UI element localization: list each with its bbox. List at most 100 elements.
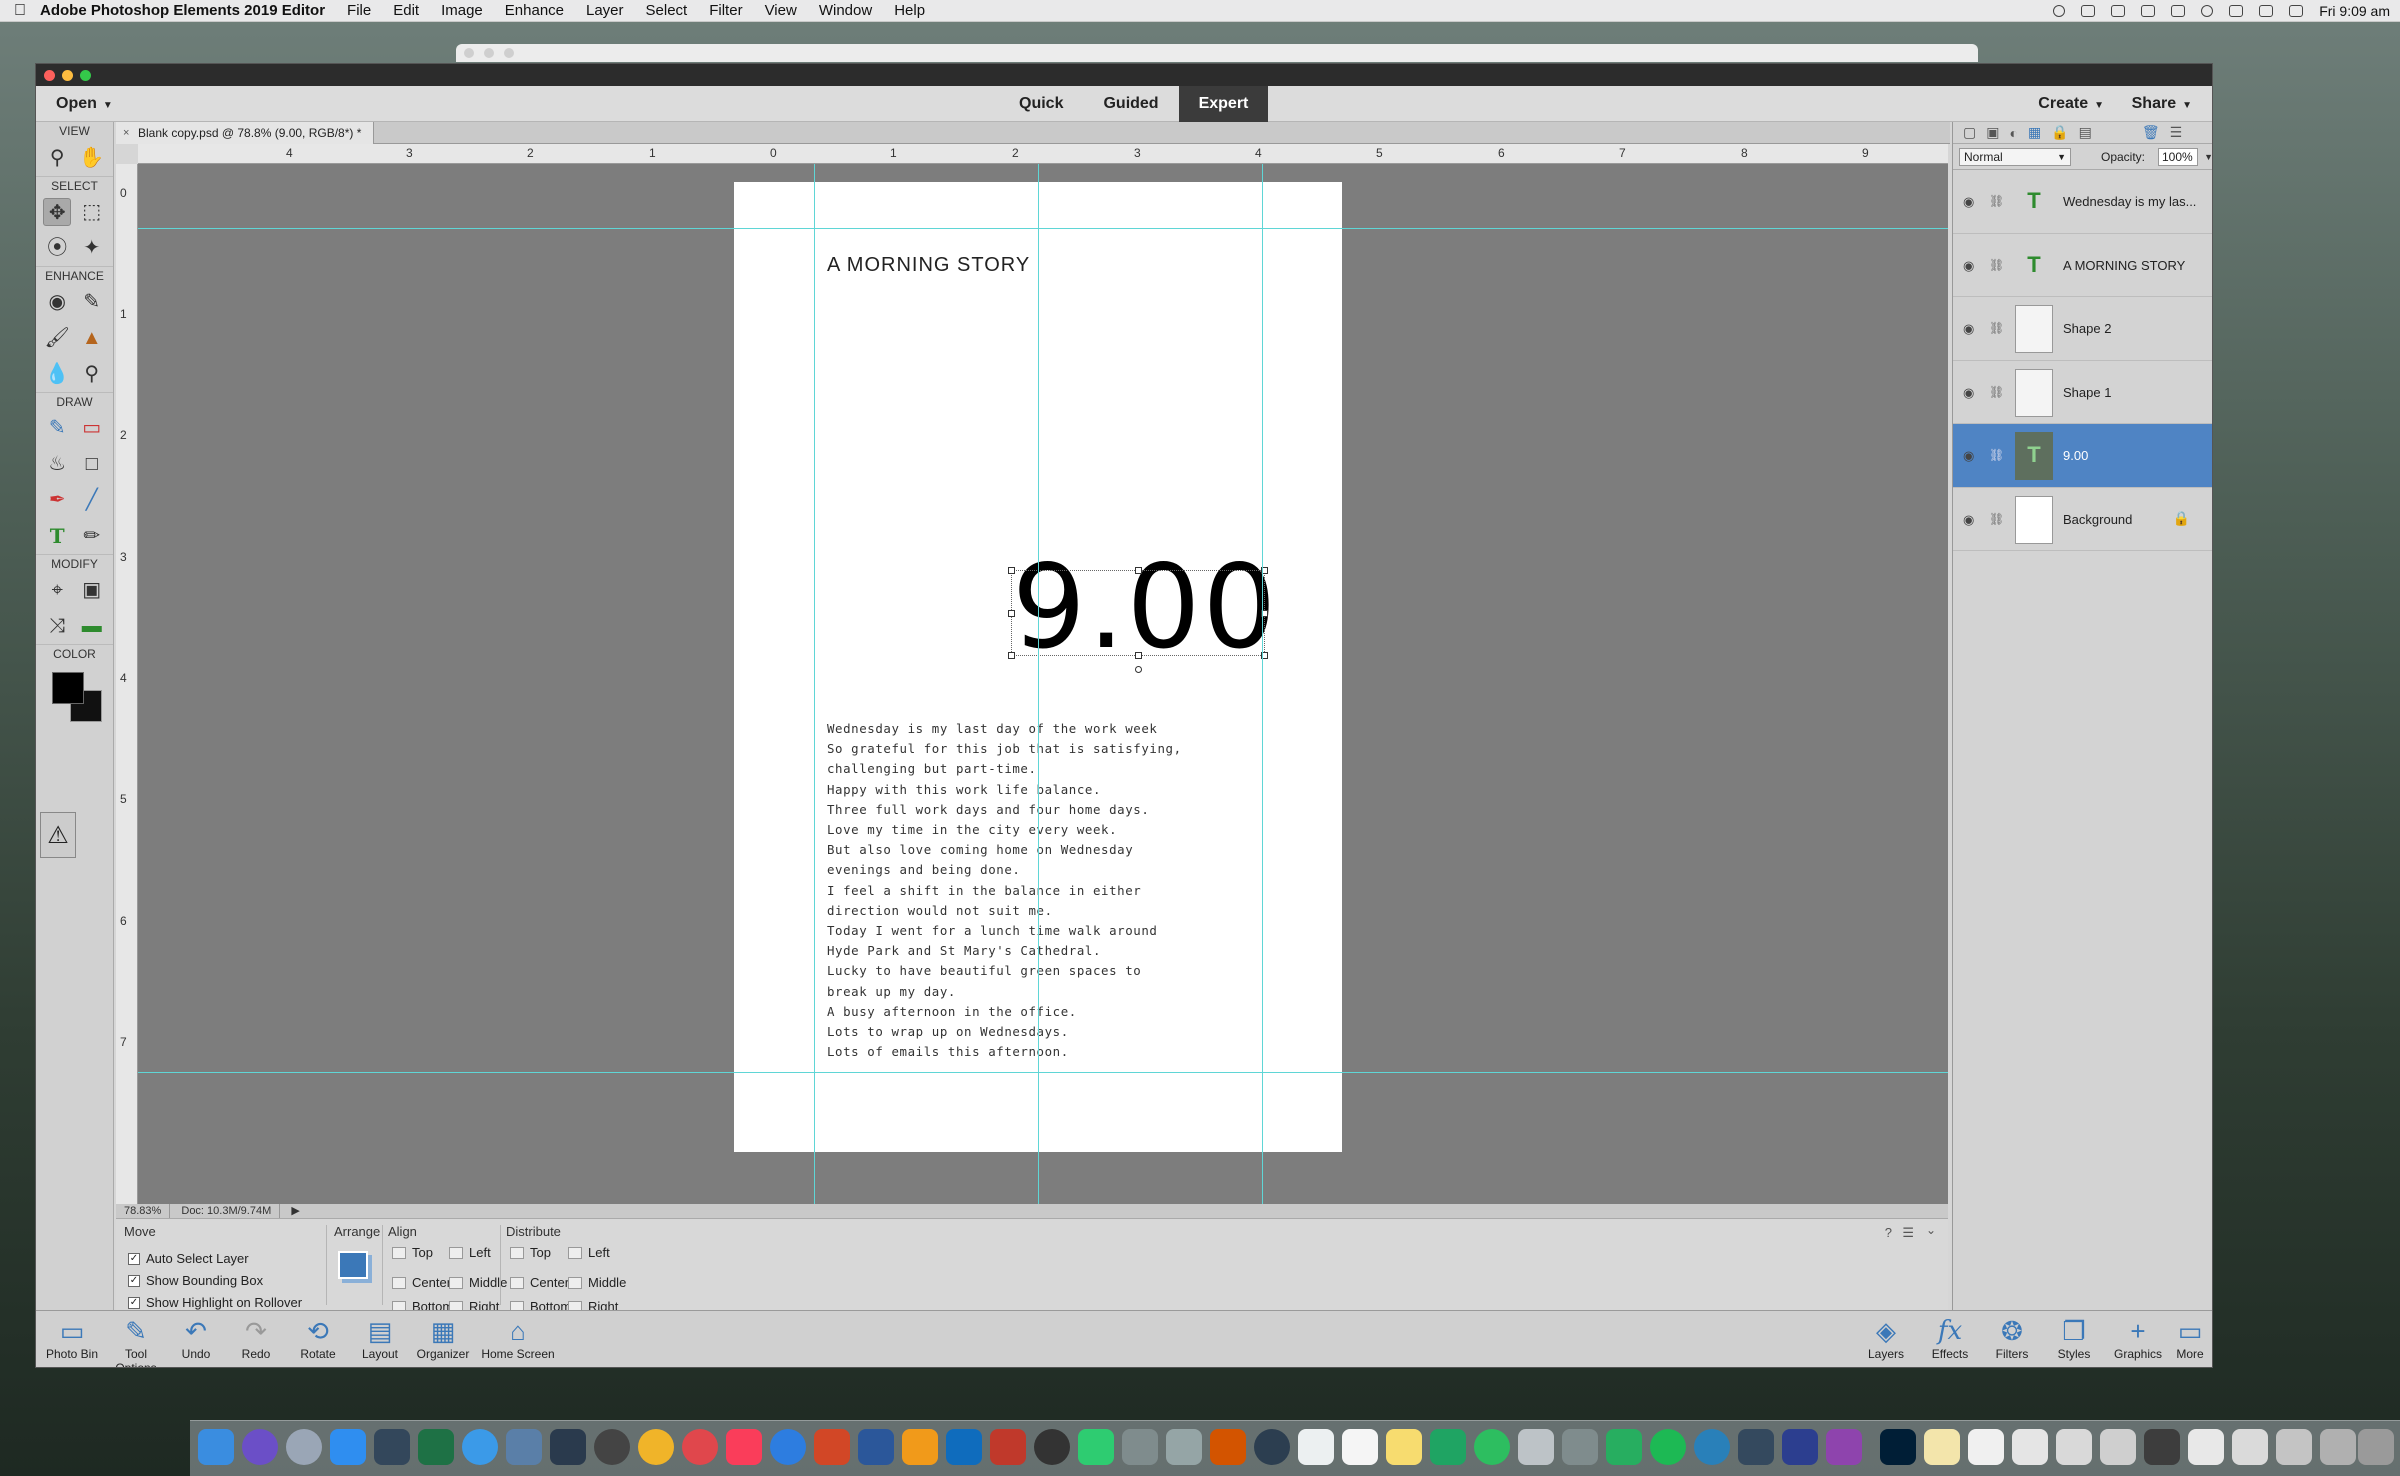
sponge-tool-icon[interactable]: ⚲	[78, 360, 106, 388]
chevron-down-icon[interactable]: ▼	[2204, 149, 2212, 165]
menu-window[interactable]: Window	[819, 2, 872, 19]
new-group-icon[interactable]: ▣	[1986, 124, 1999, 141]
powerpoint-icon[interactable]	[814, 1429, 850, 1465]
document-icon[interactable]	[2144, 1429, 2180, 1465]
healing-brush-icon[interactable]: ✎	[78, 288, 106, 316]
blur-tool-icon[interactable]: 💧	[43, 360, 71, 388]
outlook-icon[interactable]	[946, 1429, 982, 1465]
document-icon[interactable]	[2276, 1429, 2312, 1465]
transform-handle[interactable]	[1008, 610, 1015, 617]
document-icon[interactable]	[2188, 1429, 2224, 1465]
books-icon[interactable]	[902, 1429, 938, 1465]
guide-vertical[interactable]	[1262, 164, 1263, 1204]
crop-tool-icon[interactable]: ⌖	[43, 576, 71, 604]
app-icon[interactable]	[1210, 1429, 1246, 1465]
mode-quick[interactable]: Quick	[999, 86, 1083, 122]
options-menu-icon[interactable]: ☰	[1902, 1225, 1914, 1241]
word-icon[interactable]	[858, 1429, 894, 1465]
link-icon[interactable]: ⛓	[1989, 448, 2004, 462]
styles-panel-button[interactable]: ❐ Styles	[2046, 1315, 2102, 1361]
filters-panel-button[interactable]: ❂ Filters	[1984, 1315, 2040, 1361]
volume-icon[interactable]	[2289, 5, 2304, 17]
menu-filter[interactable]: Filter	[709, 2, 742, 19]
app-icon[interactable]	[1166, 1429, 1202, 1465]
smart-brush-icon[interactable]: 🖌	[43, 324, 71, 352]
visibility-eye-icon[interactable]: ◉	[1963, 321, 1974, 337]
menu-layer[interactable]: Layer	[586, 2, 624, 19]
link-icon[interactable]: ⛓	[1989, 321, 2004, 335]
create-button[interactable]: Create ▼	[2038, 95, 2104, 113]
align-center-button[interactable]: Center	[392, 1275, 451, 1290]
arrange-dropdown-icon[interactable]	[338, 1251, 368, 1279]
tool-options-button[interactable]: ✎ Tool Options	[104, 1315, 168, 1367]
status-menu-arrow-icon[interactable]: ▶	[283, 1204, 307, 1218]
poem-text-layer[interactable]: Wednesday is my last day of the work wee…	[827, 719, 1182, 1062]
layer-row[interactable]: ◉ ⛓ Shape 1	[1953, 361, 2212, 424]
google-drive-icon[interactable]	[1430, 1429, 1466, 1465]
layer-row[interactable]: ◉ ⛓ Background 🔒	[1953, 488, 2212, 551]
transform-bounding-box[interactable]	[1008, 567, 1268, 673]
stickies-icon[interactable]	[1386, 1429, 1422, 1465]
type-tool-icon[interactable]: T	[43, 522, 71, 550]
calendar-app-icon[interactable]	[990, 1429, 1026, 1465]
app-icon[interactable]	[1738, 1429, 1774, 1465]
transform-handle[interactable]	[1135, 652, 1142, 659]
magic-wand-tool-icon[interactable]: ✦	[78, 234, 106, 262]
document-icon[interactable]	[2232, 1429, 2268, 1465]
minimize-window-button[interactable]	[62, 70, 73, 81]
organizer-button[interactable]: ▦ Organizer	[410, 1315, 476, 1361]
eraser-tool-icon[interactable]: ▭	[78, 414, 106, 442]
adjustment-layer-icon[interactable]: ◐	[2009, 125, 2017, 141]
foreground-color-swatch[interactable]	[52, 672, 84, 704]
visibility-eye-icon[interactable]: ◉	[1963, 512, 1974, 528]
transform-handle[interactable]	[1008, 652, 1015, 659]
delete-layer-icon[interactable]: 🗑	[2142, 124, 2160, 141]
photoshop-icon[interactable]	[1880, 1429, 1916, 1465]
rotate-button[interactable]: ⟲ Rotate	[290, 1315, 346, 1361]
show-highlight-checkbox[interactable]: ✓ Show Highlight on Rollover	[128, 1295, 302, 1310]
app-icon[interactable]	[1606, 1429, 1642, 1465]
lock-all-icon[interactable]: 🔒	[2051, 124, 2068, 141]
document-icon[interactable]	[2320, 1429, 2356, 1465]
red-eye-tool-icon[interactable]: ◉	[43, 288, 71, 316]
lock-transparent-icon[interactable]: ▤	[2079, 124, 2092, 141]
share-button[interactable]: Share ▼	[2132, 95, 2192, 113]
distribute-left-button[interactable]: Left	[568, 1245, 610, 1260]
menu-file[interactable]: File	[347, 2, 371, 19]
panel-menu-icon[interactable]: ☰	[2170, 124, 2183, 141]
graphics-panel-button[interactable]: + Graphics	[2108, 1315, 2168, 1361]
launchpad-icon[interactable]	[286, 1429, 322, 1465]
visibility-eye-icon[interactable]: ◉	[1963, 258, 1974, 274]
distribute-top-button[interactable]: Top	[510, 1245, 551, 1260]
story-title-text[interactable]: A MORNING STORY	[827, 254, 1030, 277]
close-window-button[interactable]	[44, 70, 55, 81]
layer-row[interactable]: ◉ ⛓ T Wednesday is my las...	[1953, 170, 2212, 234]
excel-icon[interactable]	[418, 1429, 454, 1465]
marquee-tool-icon[interactable]: ⬚	[78, 198, 106, 226]
help-icon[interactable]: ?	[1885, 1225, 1892, 1240]
collapse-options-icon[interactable]: ⌄	[1926, 1223, 1936, 1237]
undo-button[interactable]: ↶ Undo	[168, 1315, 224, 1361]
redo-button[interactable]: ↷ Redo	[228, 1315, 284, 1361]
clone-stamp-icon[interactable]: ▲	[78, 324, 106, 352]
app-icon[interactable]	[1034, 1429, 1070, 1465]
blocked-app-icon[interactable]	[682, 1429, 718, 1465]
clock-app-icon[interactable]	[1254, 1429, 1290, 1465]
menu-view[interactable]: View	[765, 2, 797, 19]
distribute-middle-button[interactable]: Middle	[568, 1275, 626, 1290]
skype-icon[interactable]	[770, 1429, 806, 1465]
home-screen-button[interactable]: ⌂ Home Screen	[474, 1315, 562, 1361]
document-icon[interactable]	[2012, 1429, 2048, 1465]
calendar-icon[interactable]	[1298, 1429, 1334, 1465]
more-panels-button[interactable]: ▭ More	[2168, 1315, 2212, 1361]
apple-icon[interactable]: 	[0, 2, 40, 20]
zoom-readout[interactable]: 78.83%	[116, 1204, 171, 1218]
wifi-icon[interactable]	[2259, 5, 2274, 17]
app-icon[interactable]	[1924, 1429, 1960, 1465]
layer-row-active[interactable]: ◉ ⛓ T 9.00	[1953, 424, 2212, 488]
notes-icon[interactable]	[1342, 1429, 1378, 1465]
mode-guided[interactable]: Guided	[1083, 86, 1178, 122]
app-icon[interactable]	[1694, 1429, 1730, 1465]
link-icon[interactable]: ⛓	[1989, 194, 2004, 208]
layer-row[interactable]: ◉ ⛓ Shape 2	[1953, 297, 2212, 361]
